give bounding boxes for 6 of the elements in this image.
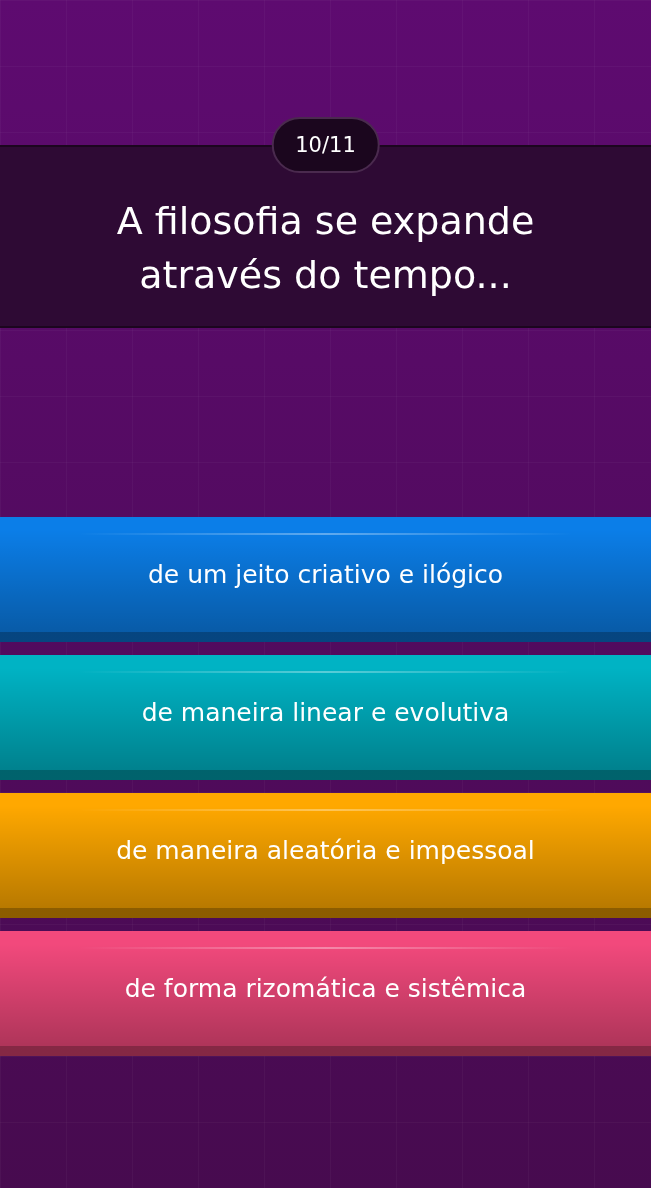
answer-button[interactable]: de maneira aleatória e impessoal (0, 793, 651, 918)
answer-button[interactable]: de um jeito criativo e ilógico (0, 517, 651, 642)
question-counter: 10/11 (271, 117, 380, 173)
answer-button[interactable]: de maneira linear e evolutiva (0, 655, 651, 780)
answer-button[interactable]: de forma rizomática e sistêmica (0, 931, 651, 1056)
question-text: A filosofia se expande através do tempo... (115, 198, 536, 299)
